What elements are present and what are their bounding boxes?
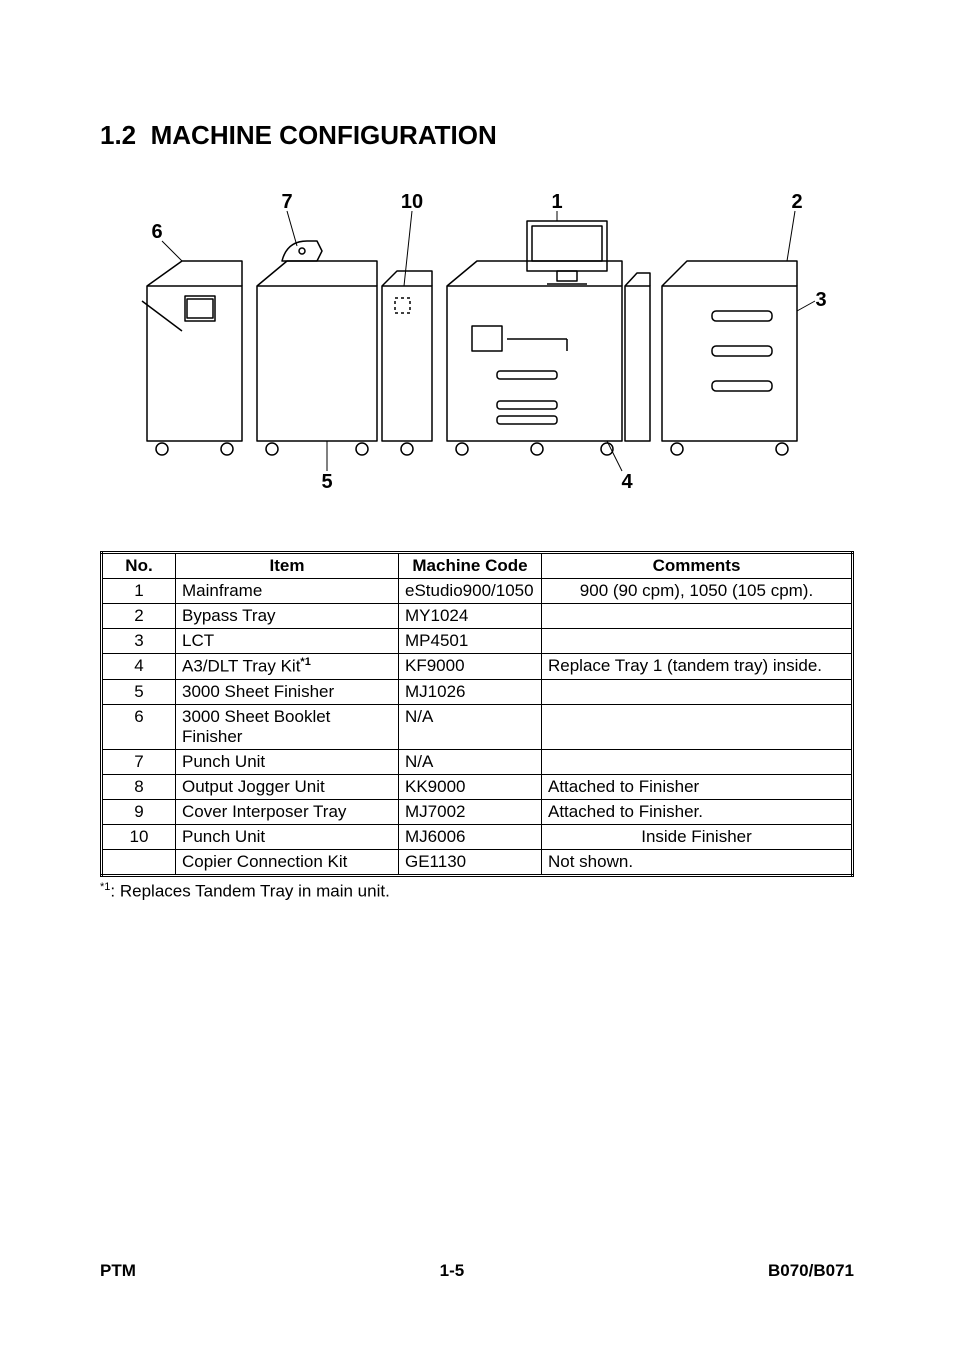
cell-code: KF9000: [399, 654, 542, 680]
callout-10: 10: [401, 191, 423, 213]
table-row: Copier Connection Kit GE1130Not shown.: [102, 849, 853, 875]
callout-7: 7: [281, 191, 292, 213]
cell-comments: 900 (90 cpm), 1050 (105 cpm).: [542, 579, 853, 604]
table-row: 5 3000 Sheet Finisher MJ1026: [102, 679, 853, 704]
cell-no: 8: [102, 774, 176, 799]
cell-item-text: Punch Unit: [182, 752, 265, 771]
footnote-text: : Replaces Tandem Tray in main unit.: [110, 881, 389, 900]
cell-comments: [542, 604, 853, 629]
cell-code: N/A: [399, 749, 542, 774]
footer-center: 1-5: [440, 1261, 465, 1281]
cell-no: 1: [102, 579, 176, 604]
callout-5: 5: [321, 471, 332, 491]
cell-comments: [542, 749, 853, 774]
table-row: 2 Bypass Tray MY1024: [102, 604, 853, 629]
cell-item: 3000 Sheet Finisher: [176, 679, 399, 704]
cell-comments: Replace Tray 1 (tandem tray) inside.: [542, 654, 853, 680]
cell-item: Bypass Tray: [176, 604, 399, 629]
cell-code: MJ6006: [399, 824, 542, 849]
cell-item: Cover Interposer Tray: [176, 799, 399, 824]
th-no: No.: [102, 553, 176, 579]
cell-comments: Inside Finisher: [542, 824, 853, 849]
cell-comments: Not shown.: [542, 849, 853, 875]
config-diagram-svg: 6 7 5 10 1 4 2 3: [127, 191, 827, 491]
cell-item-text: A3/DLT Tray Kit: [182, 657, 300, 676]
table-row: 7 Punch Unit N/A: [102, 749, 853, 774]
cell-item-text: Bypass Tray: [182, 606, 276, 625]
cell-code: GE1130: [399, 849, 542, 875]
table-row: 1 Mainframe eStudio900/1050900 (90 cpm), 1…: [102, 579, 853, 604]
cell-item: 3000 Sheet Booklet Finisher: [176, 704, 399, 749]
cell-item: Output Jogger Unit: [176, 774, 399, 799]
page-footer: PTM 1-5 B070/B071: [100, 1261, 854, 1281]
cell-item-text: Punch Unit: [182, 827, 265, 846]
cell-item: A3/DLT Tray Kit*1: [176, 654, 399, 680]
callout-2: 2: [791, 191, 802, 213]
callout-6: 6: [151, 221, 162, 243]
cell-code: MJ1026: [399, 679, 542, 704]
cell-no: 3: [102, 629, 176, 654]
cell-no: 9: [102, 799, 176, 824]
cell-item-text: Cover Interposer Tray: [182, 802, 346, 821]
footer-left: PTM: [100, 1261, 136, 1281]
cell-code: MY1024: [399, 604, 542, 629]
cell-code: KK9000: [399, 774, 542, 799]
table-row: 10 Punch Unit MJ6006Inside Finisher: [102, 824, 853, 849]
section-title: MACHINE CONFIGURATION: [151, 120, 497, 150]
cell-no: 7: [102, 749, 176, 774]
table-row: 9 Cover Interposer Tray MJ7002Attached to …: [102, 799, 853, 824]
cell-code: eStudio900/1050: [399, 579, 542, 604]
cell-item: LCT: [176, 629, 399, 654]
cell-item: Punch Unit: [176, 824, 399, 849]
cell-item-text: Copier Connection Kit: [182, 852, 347, 871]
callout-4: 4: [621, 471, 633, 491]
cell-item-text: 3000 Sheet Finisher: [182, 682, 334, 701]
footnote: *1: Replaces Tandem Tray in main unit.: [100, 881, 854, 902]
cell-item: Copier Connection Kit: [176, 849, 399, 875]
callout-3: 3: [815, 289, 826, 311]
cell-code: N/A: [399, 704, 542, 749]
cell-comments: [542, 704, 853, 749]
cell-item: Mainframe: [176, 579, 399, 604]
cell-item: Punch Unit: [176, 749, 399, 774]
cell-item-text: LCT: [182, 631, 214, 650]
cell-item-text: 3000 Sheet Booklet Finisher: [182, 707, 330, 746]
table-row: 3 LCT MP4501: [102, 629, 853, 654]
table-row: 4A3/DLT Tray Kit*1KF9000Replace Tray 1 (…: [102, 654, 853, 680]
callout-1: 1: [551, 191, 562, 213]
cell-comments: [542, 679, 853, 704]
cell-code: MP4501: [399, 629, 542, 654]
th-item: Item: [176, 553, 399, 579]
table-row: 63000 Sheet Booklet Finisher N/A: [102, 704, 853, 749]
footnote-marker: *1: [100, 881, 110, 893]
cell-comments: Attached to Finisher: [542, 774, 853, 799]
cell-comments: Attached to Finisher.: [542, 799, 853, 824]
cell-item-sup: *1: [300, 656, 310, 668]
th-code: Machine Code: [399, 553, 542, 579]
section-heading: 1.2 MACHINE CONFIGURATION: [100, 120, 854, 151]
cell-code: MJ7002: [399, 799, 542, 824]
cell-no: [102, 849, 176, 875]
section-number: 1.2: [100, 120, 136, 150]
cell-no: 10: [102, 824, 176, 849]
cell-item-text: Output Jogger Unit: [182, 777, 325, 796]
config-table: No. Item Machine Code Comments 1 Mainfram…: [100, 551, 854, 877]
cell-no: 5: [102, 679, 176, 704]
cell-comments: [542, 629, 853, 654]
config-diagram: 6 7 5 10 1 4 2 3: [100, 191, 854, 491]
cell-no: 2: [102, 604, 176, 629]
cell-item-text: Mainframe: [182, 581, 262, 600]
cell-no: 4: [102, 654, 176, 680]
table-row: 8 Output Jogger Unit KK9000Attached to Fin…: [102, 774, 853, 799]
footer-right: B070/B071: [768, 1261, 854, 1281]
cell-no: 6: [102, 704, 176, 749]
th-com: Comments: [542, 553, 853, 579]
